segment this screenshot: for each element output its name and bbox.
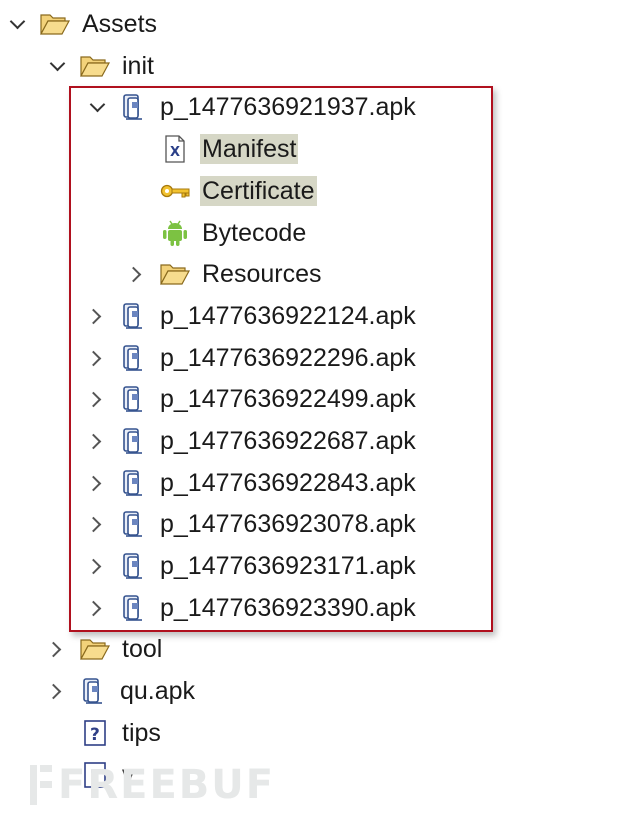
chevron-right-icon[interactable] [86, 547, 108, 585]
android-icon [160, 218, 190, 248]
tree-item-apk-expanded[interactable]: p_1477636921937.apk [86, 88, 418, 126]
chevron-right-icon[interactable] [46, 672, 68, 710]
tree-item-label: p_1477636922687.apk [160, 427, 416, 455]
tree-item-tool[interactable]: tool [46, 630, 164, 668]
tree-item-apk[interactable]: p_1477636922687.apk [86, 422, 418, 460]
tree-item-label: p_1477636923390.apk [160, 594, 416, 622]
key-icon [160, 176, 190, 206]
apk-archive-icon [118, 468, 148, 498]
tree-item-apk[interactable]: p_1477636923390.apk [86, 589, 418, 627]
tree-item-resources[interactable]: Resources [126, 255, 324, 293]
svg-text:?: ? [90, 725, 100, 745]
tree-item-apk[interactable]: p_1477636922843.apk [86, 464, 418, 502]
apk-archive-icon [118, 551, 148, 581]
chevron-right-icon[interactable] [86, 464, 108, 502]
tree-item-label: p_1477636921937.apk [160, 93, 416, 121]
tree-item-apk[interactable]: p_1477636922124.apk [86, 297, 418, 335]
folder-icon [80, 51, 110, 81]
apk-archive-icon [118, 593, 148, 623]
tree-item-label: Certificate [200, 176, 317, 206]
tree-item-label: Manifest [200, 134, 299, 164]
chevron-down-icon[interactable] [86, 88, 108, 126]
tree-item-label: p_1477636923078.apk [160, 510, 416, 538]
tree-item-label: Resources [202, 260, 322, 288]
chevron-right-icon[interactable] [86, 505, 108, 543]
watermark-text: FREEBUF [58, 762, 276, 808]
tree-item-label: p_1477636922296.apk [160, 344, 416, 372]
tree-item-label: p_1477636922843.apk [160, 469, 416, 497]
chevron-down-icon[interactable] [6, 5, 28, 43]
tree-item-tips[interactable]: ? tips [80, 714, 163, 752]
folder-icon [160, 259, 190, 289]
tree-item-label: p_1477636923171.apk [160, 552, 416, 580]
chevron-right-icon[interactable] [86, 589, 108, 627]
tree-item-assets[interactable]: Assets [6, 5, 159, 43]
chevron-right-icon[interactable] [86, 422, 108, 460]
apk-archive-icon [118, 92, 148, 122]
apk-archive-icon [118, 509, 148, 539]
tree-item-apk[interactable]: p_1477636923078.apk [86, 505, 418, 543]
chevron-right-icon[interactable] [126, 255, 148, 293]
chevron-right-icon[interactable] [86, 380, 108, 418]
xml-file-icon: X [160, 134, 190, 164]
tree-item-label: Assets [82, 10, 158, 38]
tree-item-certificate[interactable]: Certificate [160, 172, 317, 210]
tree-item-init[interactable]: init [46, 47, 156, 85]
tree-item-label: init [122, 52, 154, 80]
apk-archive-icon [78, 676, 108, 706]
tree-item-apk[interactable]: p_1477636922499.apk [86, 380, 418, 418]
unknown-file-icon: ? [80, 718, 110, 748]
apk-archive-icon [118, 384, 148, 414]
chevron-down-icon[interactable] [46, 47, 68, 85]
tree-item-label: tips [122, 719, 161, 747]
apk-archive-icon [118, 343, 148, 373]
apk-archive-icon [118, 301, 148, 331]
folder-icon [80, 634, 110, 664]
tree-item-qu-apk[interactable]: qu.apk [46, 672, 197, 710]
svg-text:X: X [170, 145, 180, 160]
tree-item-label: p_1477636922124.apk [160, 302, 416, 330]
watermark-logo: FREEBUF [30, 762, 275, 808]
watermark-mark [30, 765, 52, 805]
folder-icon [40, 9, 70, 39]
tree-item-manifest[interactable]: X Manifest [160, 130, 299, 168]
tree-item-label: p_1477636922499.apk [160, 385, 416, 413]
tree-item-bytecode[interactable]: Bytecode [160, 214, 308, 252]
chevron-right-icon[interactable] [46, 630, 68, 668]
tree-item-label: Bytecode [202, 219, 307, 247]
tree-item-label: qu.apk [120, 677, 196, 705]
apk-archive-icon [118, 426, 148, 456]
tree-item-apk[interactable]: p_1477636922296.apk [86, 339, 418, 377]
chevron-right-icon[interactable] [86, 339, 108, 377]
tree-item-apk[interactable]: p_1477636923171.apk [86, 547, 418, 585]
tree-item-label: tool [122, 635, 163, 663]
chevron-right-icon[interactable] [86, 297, 108, 335]
